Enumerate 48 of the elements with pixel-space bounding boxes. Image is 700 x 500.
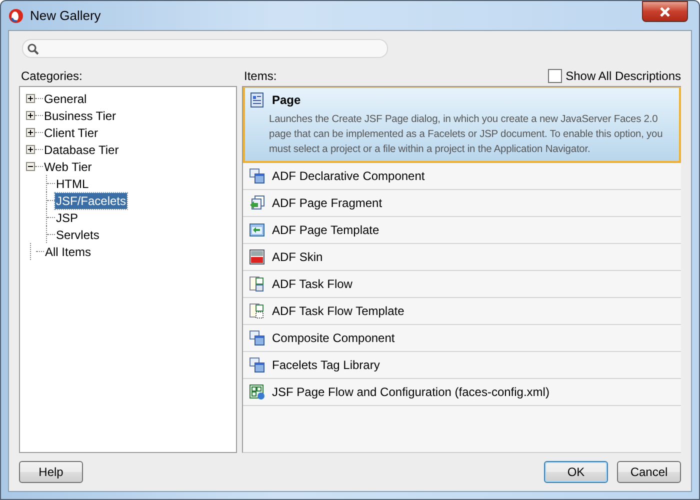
close-button[interactable]	[642, 1, 688, 22]
flow-template-icon	[249, 303, 265, 319]
arrow-window-icon	[249, 222, 265, 238]
tree-item[interactable]: JSF/Facelets	[55, 192, 128, 208]
tree-item[interactable]: Database Tier	[43, 142, 120, 158]
arrow-document-icon	[249, 195, 265, 211]
tree-item[interactable]: JSP	[55, 210, 80, 226]
close-icon	[659, 6, 671, 16]
cancel-button[interactable]: Cancel	[617, 461, 681, 483]
help-button[interactable]: Help	[19, 461, 83, 483]
gallery-item[interactable]: ADF Page Template	[243, 217, 681, 244]
item-description: Launches the Create JSF Page dialog, in which you create a new JavaServer Faces 2.0 page that can be implemented as a Facelets or JSP document. To enable this option, you must select a project or a file within a project in the Application Navigator.	[269, 113, 664, 157]
window-title: New Gallery	[30, 8, 102, 23]
expand-icon[interactable]	[26, 128, 35, 137]
gallery-item[interactable]: JSF Page Flow and Configuration (faces-config.xml)	[243, 379, 681, 406]
flow-document-icon	[249, 276, 265, 292]
document-icon	[249, 92, 265, 108]
tree-item[interactable]: Business Tier	[43, 108, 118, 124]
categories-label: Categories:	[21, 68, 82, 82]
tree-item[interactable]: HTML	[55, 176, 90, 192]
css-file-icon	[249, 249, 265, 265]
gallery-item[interactable]: ADF Page Fragment	[243, 190, 681, 217]
ok-button[interactable]: OK	[544, 461, 608, 483]
gallery-item[interactable]: ADF Task Flow	[243, 271, 681, 298]
tree-item[interactable]: Client Tier	[43, 124, 100, 140]
tree-item[interactable]: General	[43, 90, 88, 106]
items-label: Items:	[244, 68, 277, 82]
tree-item[interactable]: Web Tier	[43, 158, 93, 174]
tree-item[interactable]: All Items	[44, 244, 92, 260]
gallery-item[interactable]: Facelets Tag Library	[243, 352, 681, 379]
search-field[interactable]	[22, 39, 388, 58]
tree-item[interactable]: Servlets	[55, 226, 100, 242]
windows-icon	[249, 168, 265, 184]
gallery-item[interactable]: ADF Declarative Component	[243, 163, 681, 190]
app-logo-icon	[8, 8, 24, 24]
expand-icon[interactable]	[26, 111, 35, 120]
grid-globe-icon	[249, 384, 265, 400]
gallery-item[interactable]: Composite Component	[243, 325, 681, 352]
gallery-item[interactable]: ADF Task Flow Template	[243, 298, 681, 325]
gallery-item[interactable]: ADF Skin	[243, 244, 681, 271]
search-icon	[27, 42, 39, 54]
expand-icon[interactable]	[26, 94, 35, 103]
windows-icon	[249, 357, 265, 373]
expand-icon[interactable]	[26, 145, 35, 154]
gallery-item[interactable]: Page Launches the Create JSF Page dialog, in which you create a new JavaServer Faces 2.0 page that can be implemented as a Facelets or JSP document. To enable this option, you must select a project or a file within a project in the Application Navigator.	[243, 87, 681, 163]
collapse-icon[interactable]	[26, 162, 35, 171]
show-descriptions-checkbox[interactable]: Show All Descriptions	[548, 68, 681, 82]
windows-icon	[249, 330, 265, 346]
